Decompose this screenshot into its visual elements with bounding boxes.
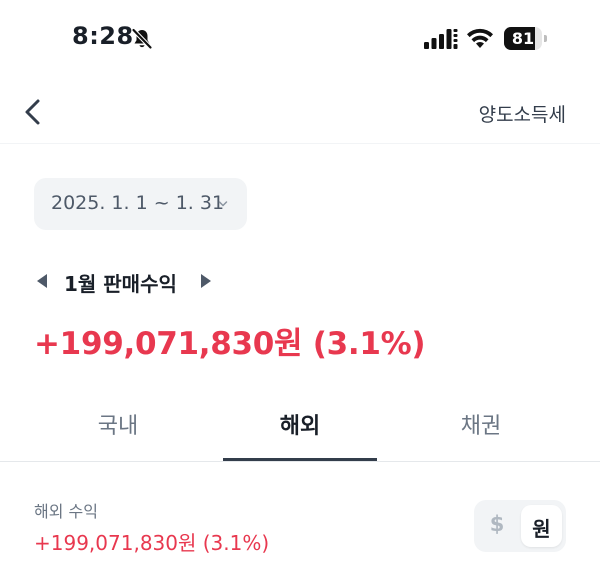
bell-slash-icon bbox=[131, 28, 153, 49]
tab-bonds[interactable]: 채권 bbox=[405, 408, 557, 440]
status-bar: 8:28 81 bbox=[0, 0, 600, 80]
next-month-button[interactable] bbox=[200, 273, 212, 289]
battery-icon: 81 bbox=[504, 27, 548, 50]
total-profit-value: +199,071,830원 (3.1%) bbox=[34, 326, 426, 362]
screen: 8:28 81 양도소득세 2025. 1. 1 ~ 1. 31 1월 판매수익… bbox=[0, 0, 600, 570]
currency-won-label: 원 bbox=[532, 517, 551, 541]
currency-dollar-option[interactable]: $ bbox=[474, 512, 520, 536]
tab-domestic[interactable]: 국내 bbox=[42, 408, 194, 440]
currency-toggle: $ 원 bbox=[474, 500, 566, 552]
status-time: 8:28 bbox=[72, 22, 134, 50]
battery-cap bbox=[544, 35, 547, 42]
cellular-signal-icon bbox=[424, 29, 458, 49]
month-selector: 1월 판매수익 bbox=[36, 266, 336, 296]
battery-body: 81 bbox=[504, 27, 542, 50]
currency-won-option[interactable]: 원 bbox=[521, 505, 562, 547]
chevron-down-icon bbox=[218, 201, 228, 207]
active-tab-indicator bbox=[223, 458, 377, 461]
date-range-text: 2025. 1. 1 ~ 1. 31 bbox=[51, 192, 225, 214]
battery-percent: 81 bbox=[511, 29, 535, 48]
overseas-profit-value: +199,071,830원 (3.1%) bbox=[34, 531, 270, 555]
market-tabs: 국내 해외 채권 bbox=[0, 390, 600, 462]
date-range-selector[interactable]: 2025. 1. 1 ~ 1. 31 bbox=[34, 178, 247, 230]
overseas-profit-label: 해외 수익 bbox=[34, 502, 98, 521]
month-profit-label: 1월 판매수익 bbox=[64, 272, 177, 296]
tab-overseas[interactable]: 해외 bbox=[224, 408, 376, 440]
capital-gains-tax-link[interactable]: 양도소득세 bbox=[479, 100, 566, 127]
nav-bar: 양도소득세 bbox=[0, 80, 600, 144]
previous-month-button[interactable] bbox=[36, 273, 48, 289]
wifi-icon bbox=[467, 28, 493, 48]
back-button[interactable] bbox=[18, 94, 50, 130]
